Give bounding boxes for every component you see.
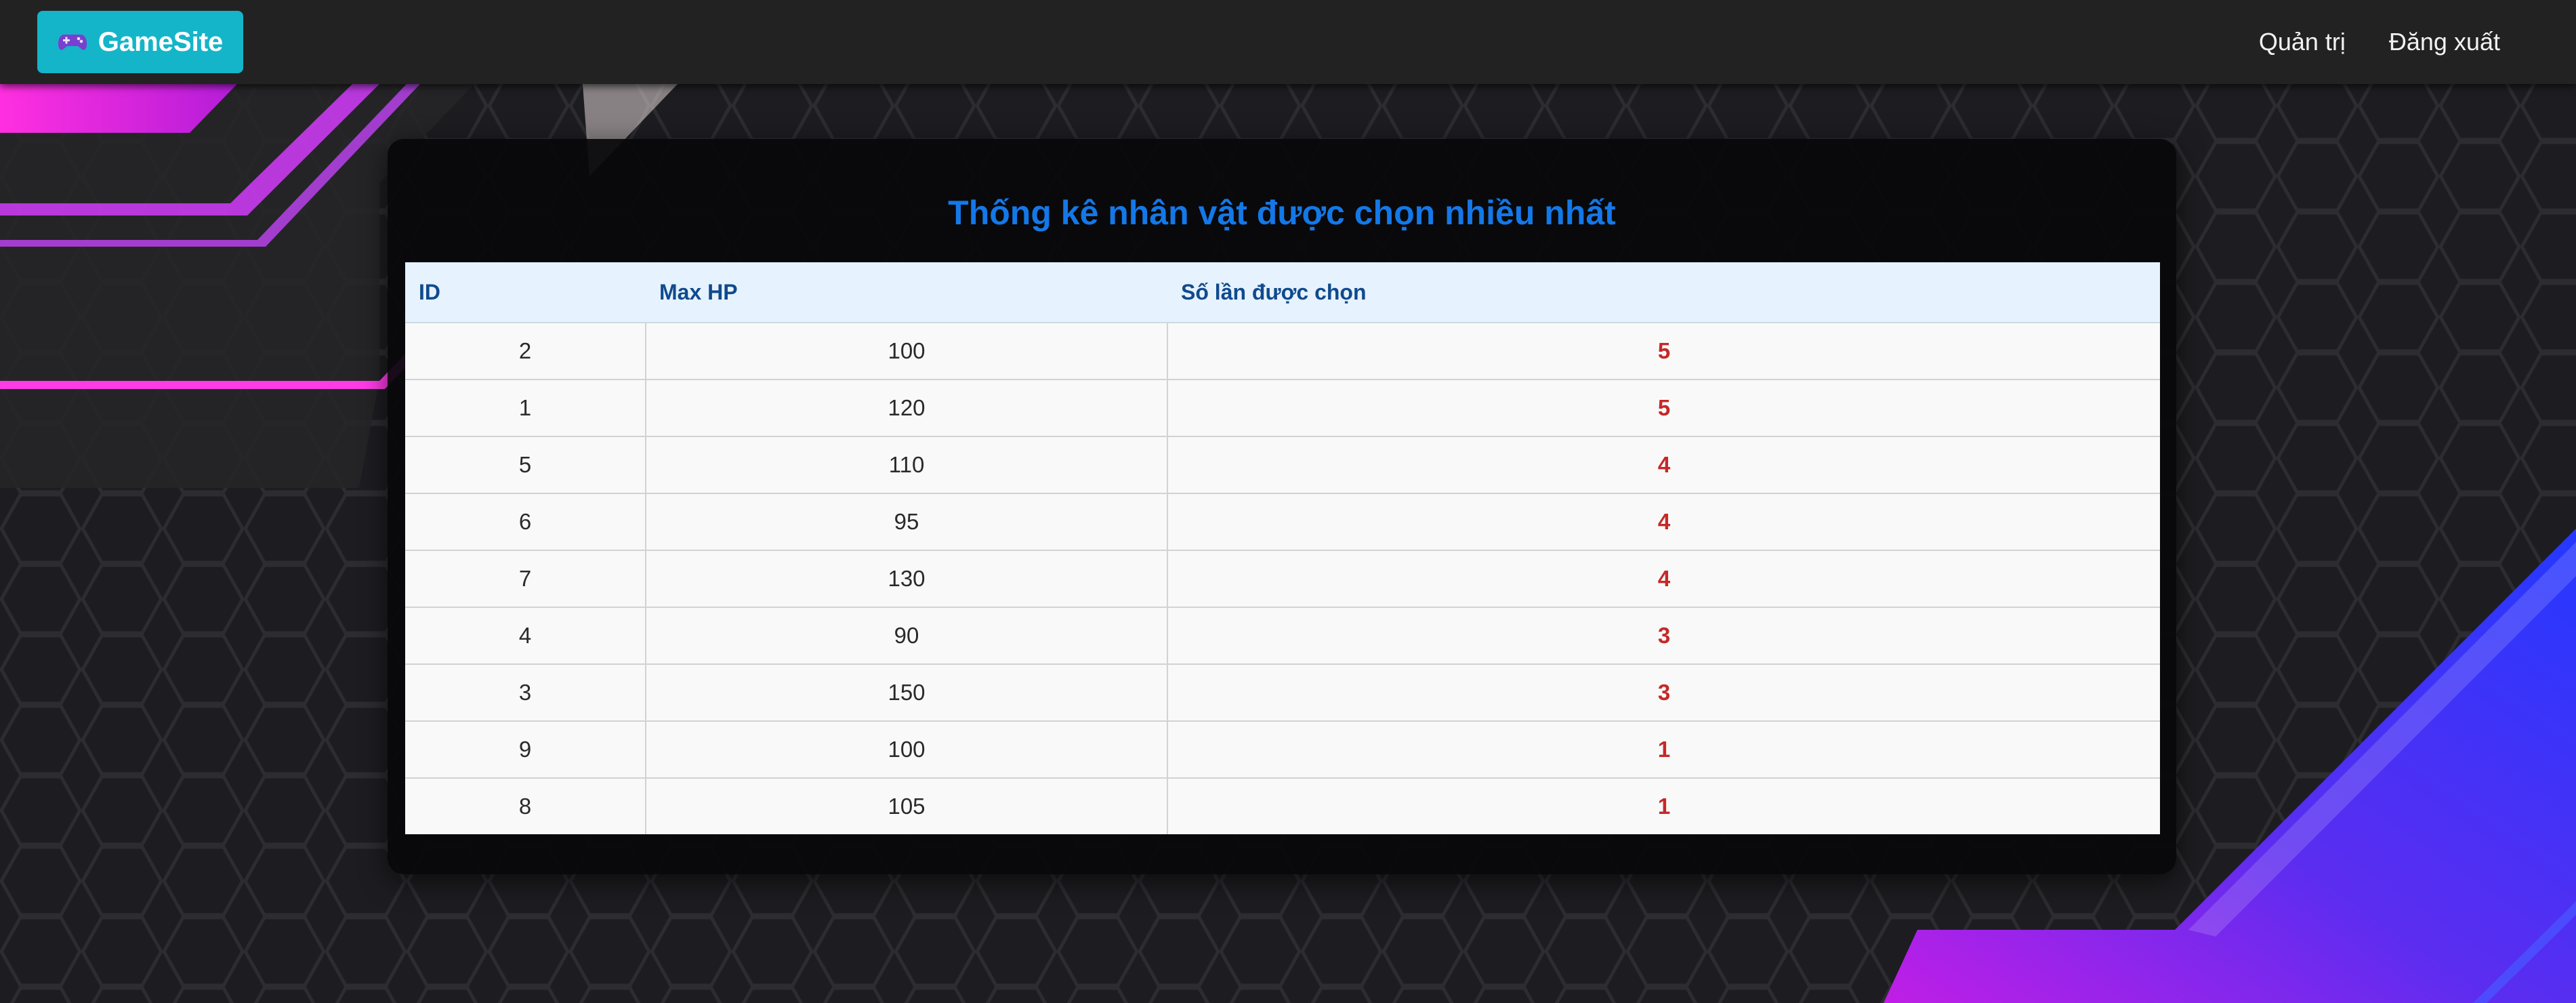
cell-id: 2 bbox=[405, 322, 646, 380]
gamepad-icon bbox=[58, 35, 87, 50]
stats-card: Thống kê nhân vật được chọn nhiều nhất I… bbox=[388, 139, 2176, 874]
cell-count: 5 bbox=[1167, 322, 2160, 380]
column-header-max-hp: Max HP bbox=[646, 262, 1167, 323]
nav-link-logout[interactable]: Đăng xuất bbox=[2389, 28, 2500, 56]
table-header-row: ID Max HP Số lần được chọn bbox=[405, 262, 2160, 323]
cell-max-hp: 110 bbox=[646, 436, 1168, 493]
cell-max-hp: 95 bbox=[646, 493, 1168, 550]
cell-count: 5 bbox=[1167, 379, 2160, 436]
table-row: 1 120 5 bbox=[405, 379, 2160, 436]
cell-count: 4 bbox=[1167, 550, 2160, 607]
table-row: 2 100 5 bbox=[405, 322, 2160, 380]
stats-table: ID Max HP Số lần được chọn 2 100 5 1 120… bbox=[405, 262, 2160, 834]
cell-max-hp: 90 bbox=[646, 607, 1168, 664]
page: GameSite Quản trị Đăng xuất Thống kê nhâ… bbox=[0, 0, 2576, 1003]
cell-count: 1 bbox=[1167, 777, 2160, 834]
column-header-count: Số lần được chọn bbox=[1167, 262, 2160, 323]
brand-button[interactable]: GameSite bbox=[37, 11, 243, 73]
cell-id: 1 bbox=[405, 379, 646, 436]
table-row: 5 110 4 bbox=[405, 436, 2160, 493]
cell-id: 9 bbox=[405, 720, 646, 778]
table-row: 9 100 1 bbox=[405, 720, 2160, 778]
cell-count: 3 bbox=[1167, 607, 2160, 664]
table-row: 4 90 3 bbox=[405, 607, 2160, 664]
cell-max-hp: 100 bbox=[646, 322, 1168, 380]
cell-max-hp: 105 bbox=[646, 777, 1168, 834]
cell-max-hp: 120 bbox=[646, 379, 1168, 436]
cell-max-hp: 100 bbox=[646, 720, 1168, 778]
table-row: 7 130 4 bbox=[405, 550, 2160, 607]
table-row: 8 105 1 bbox=[405, 777, 2160, 834]
navbar: GameSite Quản trị Đăng xuất bbox=[0, 0, 2576, 84]
nav-links: Quản trị Đăng xuất bbox=[2259, 0, 2500, 84]
cell-count: 1 bbox=[1167, 720, 2160, 778]
column-header-id: ID bbox=[405, 262, 646, 323]
cell-id: 7 bbox=[405, 550, 646, 607]
cell-count: 4 bbox=[1167, 436, 2160, 493]
page-title: Thống kê nhân vật được chọn nhiều nhất bbox=[948, 194, 1616, 232]
nav-link-admin[interactable]: Quản trị bbox=[2259, 28, 2346, 56]
brand-label: GameSite bbox=[98, 26, 224, 57]
cell-count: 3 bbox=[1167, 663, 2160, 721]
cell-id: 6 bbox=[405, 493, 646, 550]
table-row: 6 95 4 bbox=[405, 493, 2160, 550]
table-row: 3 150 3 bbox=[405, 663, 2160, 721]
cell-id: 4 bbox=[405, 607, 646, 664]
cell-id: 3 bbox=[405, 663, 646, 721]
cell-count: 4 bbox=[1167, 493, 2160, 550]
cell-id: 5 bbox=[405, 436, 646, 493]
cell-max-hp: 130 bbox=[646, 550, 1168, 607]
cell-max-hp: 150 bbox=[646, 663, 1168, 721]
cell-id: 8 bbox=[405, 777, 646, 834]
